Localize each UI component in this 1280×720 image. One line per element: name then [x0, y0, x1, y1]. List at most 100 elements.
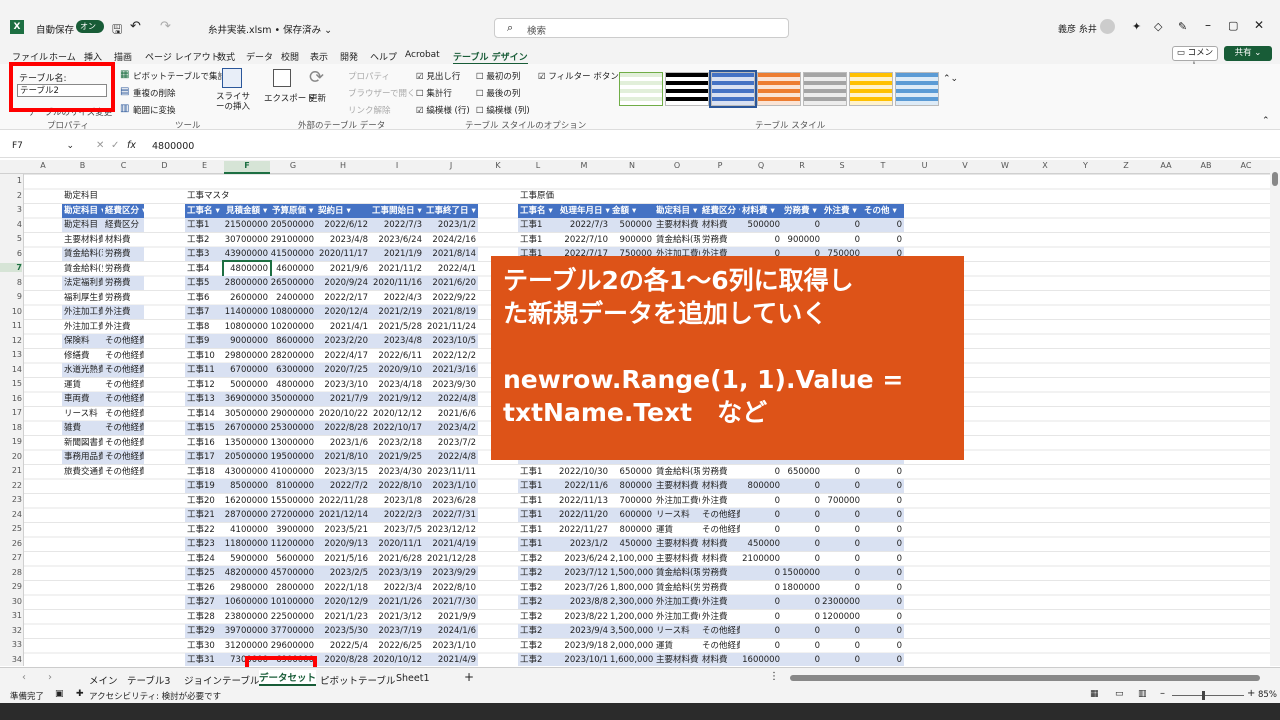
row-header-20[interactable]: 20 [0, 452, 22, 461]
table3-cell[interactable]: 2,100,000 [610, 552, 654, 566]
table3-cell[interactable]: 工事2 [518, 624, 558, 638]
table2-cell[interactable]: 工事20 [185, 494, 224, 508]
table2-cell[interactable]: 工事15 [185, 421, 224, 435]
table2-cell[interactable]: 2020/11/16 [370, 276, 424, 290]
active-cell[interactable]: 4800000 [222, 259, 272, 278]
table3-cell[interactable]: 2023/8/8 [558, 595, 610, 609]
table2-cell[interactable]: 43000000 [224, 465, 270, 479]
table3-cell[interactable]: 0 [862, 494, 904, 508]
table2-header[interactable]: 見積金額 ▾ [224, 203, 270, 218]
table2-cell[interactable]: 8500000 [224, 479, 270, 493]
table2-cell[interactable]: 11200000 [270, 537, 316, 551]
table1-cell[interactable]: 経費区分 [103, 218, 144, 232]
table2-cell[interactable]: 2021/1/26 [370, 595, 424, 609]
column-header-N[interactable]: N [610, 161, 654, 170]
table3-header[interactable]: 経費区分 ▾ [700, 203, 740, 218]
table3-cell[interactable]: 0 [740, 233, 782, 247]
menu-formulas[interactable]: 数式 [217, 50, 235, 63]
table2-cell[interactable]: 2023/3/10 [316, 378, 370, 392]
table3-cell[interactable]: 0 [822, 508, 862, 522]
table2-cell[interactable]: 工事16 [185, 436, 224, 450]
table1-cell[interactable]: その他経費 [103, 378, 144, 392]
table3-cell[interactable]: 800000 [610, 479, 654, 493]
row-header-15[interactable]: 15 [0, 379, 22, 388]
table3-cell[interactable]: 工事2 [518, 610, 558, 624]
table3-cell[interactable]: 900000 [782, 233, 822, 247]
table2-cell[interactable]: 2023/4/8 [370, 334, 424, 348]
menu-developer[interactable]: 開発 [340, 50, 358, 63]
table1-cell[interactable]: 法定福利費 [62, 276, 103, 290]
table3-cell[interactable]: 2022/10/30 [558, 465, 610, 479]
table2-cell[interactable]: 2021/9/9 [424, 610, 478, 624]
column-header-I[interactable]: I [370, 161, 424, 170]
table2-cell[interactable]: 工事9 [185, 334, 224, 348]
table3-cell[interactable]: 2022/7/10 [558, 233, 610, 247]
table2-cell[interactable]: 工事6 [185, 291, 224, 305]
table3-cell[interactable]: 労務費 [700, 233, 740, 247]
table3-cell[interactable]: 900000 [610, 233, 654, 247]
table2-cell[interactable]: 10600000 [224, 595, 270, 609]
table3-cell[interactable]: 2023/9/4 [558, 624, 610, 638]
row-header-27[interactable]: 27 [0, 553, 22, 562]
column-header-L[interactable]: L [518, 161, 558, 170]
table2-cell[interactable]: 2023/4/8 [316, 233, 370, 247]
table3-cell[interactable]: 1600000 [740, 653, 782, 666]
table3-cell[interactable]: 0 [740, 610, 782, 624]
table2-cell[interactable]: 2020/8/28 [316, 653, 370, 666]
table1-cell[interactable]: 労務費 [103, 276, 144, 290]
tab-prev-icon[interactable]: ‹ [22, 672, 26, 683]
table1-cell[interactable]: その他経費 [103, 407, 144, 421]
row-header-4[interactable]: 4 [0, 220, 22, 229]
table2-cell[interactable]: 5000000 [224, 378, 270, 392]
table3-cell[interactable]: 1200000 [822, 610, 862, 624]
menu-draw[interactable]: 描画 [114, 50, 132, 63]
table2-cell[interactable]: 2022/1/18 [316, 581, 370, 595]
table3-cell[interactable]: 0 [822, 537, 862, 551]
table2-cell[interactable]: 2021/8/10 [316, 450, 370, 464]
styles-scroll-icon[interactable]: ⌃⌄ [943, 74, 958, 84]
table3-cell[interactable]: リース料 [654, 508, 700, 522]
table3-cell[interactable]: 工事2 [518, 566, 558, 580]
column-header-F[interactable]: F [224, 161, 270, 174]
table3-header[interactable]: 外注費 ▾ [822, 203, 862, 218]
table3-cell[interactable]: 1800000 [782, 581, 822, 595]
table2-cell[interactable]: 2023/2/5 [316, 566, 370, 580]
table2-cell[interactable]: 工事10 [185, 349, 224, 363]
table1-cell[interactable]: その他経費 [103, 465, 144, 479]
table3-cell[interactable]: 2,300,000 [610, 595, 654, 609]
table1-header[interactable]: 経費区分 ▾ [103, 203, 144, 218]
table3-cell[interactable]: 2100000 [740, 552, 782, 566]
table3-cell[interactable]: 外注加工費( [654, 494, 700, 508]
table3-cell[interactable]: 0 [822, 233, 862, 247]
table2-cell[interactable]: 2800000 [270, 581, 316, 595]
table3-cell[interactable]: 2022/11/27 [558, 523, 610, 537]
table3-cell[interactable]: 労務費 [700, 465, 740, 479]
table3-cell[interactable]: 450000 [610, 537, 654, 551]
table2-cell[interactable]: 29800000 [224, 349, 270, 363]
column-header-G[interactable]: G [270, 161, 316, 170]
table2-cell[interactable]: 2021/9/25 [370, 450, 424, 464]
table1-cell[interactable]: 労務費 [103, 262, 144, 276]
share-button[interactable]: 共有 ⌄ [1224, 46, 1272, 61]
table3-cell[interactable]: 0 [782, 639, 822, 653]
table1-cell[interactable]: 車両費 [62, 392, 103, 406]
table2-cell[interactable]: 2021/7/30 [424, 595, 478, 609]
option-last-column[interactable]: ☐ 最後の列 [476, 87, 520, 99]
table2-cell[interactable]: 2023/1/10 [424, 479, 478, 493]
table2-cell[interactable]: 2023/2/20 [316, 334, 370, 348]
row-header-21[interactable]: 21 [0, 466, 22, 475]
table2-cell[interactable]: 2022/2/3 [370, 508, 424, 522]
row-header-28[interactable]: 28 [0, 568, 22, 577]
table3-cell[interactable]: その他経費 [700, 624, 740, 638]
table2-cell[interactable]: 19500000 [270, 450, 316, 464]
table3-cell[interactable]: 0 [862, 523, 904, 537]
table2-cell[interactable]: 2021/6/28 [370, 552, 424, 566]
row-header-16[interactable]: 16 [0, 394, 22, 403]
table2-cell[interactable]: 工事8 [185, 320, 224, 334]
table3-cell[interactable]: 1,800,000 [610, 581, 654, 595]
column-header-U[interactable]: U [904, 161, 945, 170]
table3-cell[interactable]: 0 [740, 624, 782, 638]
table2-cell[interactable]: 36900000 [224, 392, 270, 406]
table3-cell[interactable]: 0 [822, 639, 862, 653]
table2-cell[interactable]: 21500000 [224, 218, 270, 232]
